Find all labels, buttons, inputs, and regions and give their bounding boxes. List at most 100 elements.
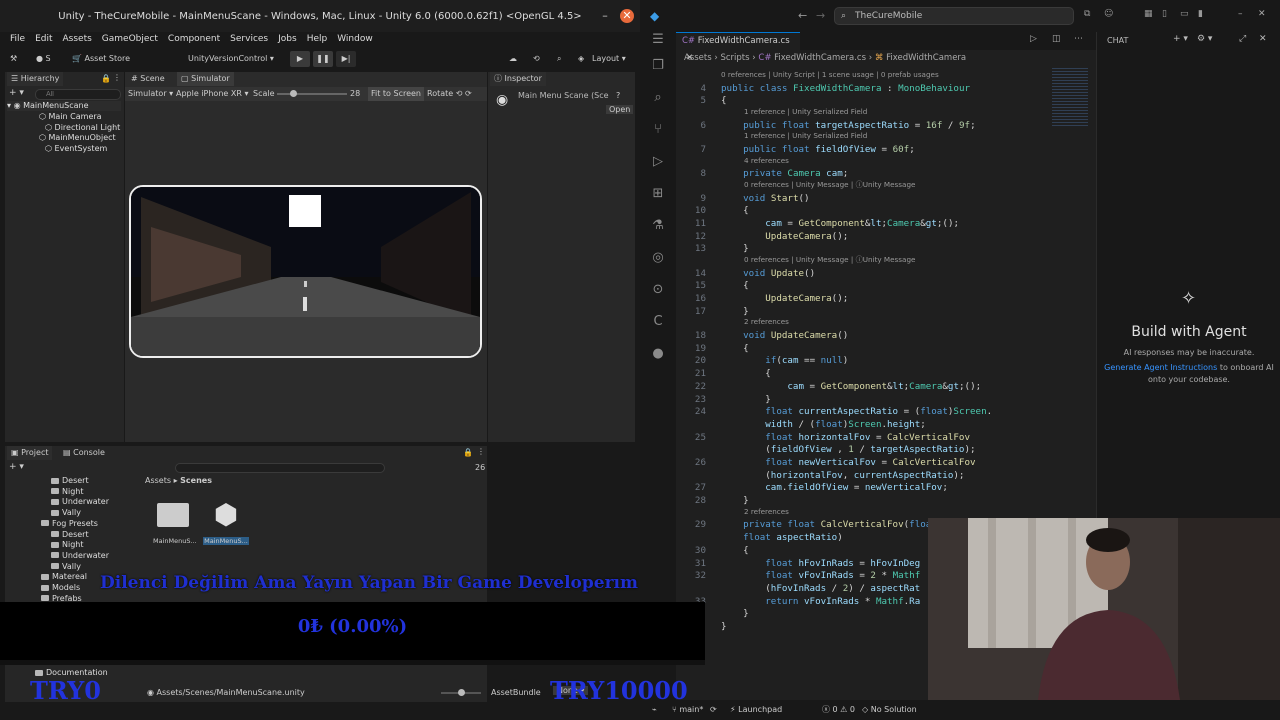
- project-folder[interactable]: Models: [41, 583, 80, 593]
- extensions-icon[interactable]: ⊞: [650, 186, 666, 202]
- code-line[interactable]: 24 float currentAspectRatio = (float)Scr…: [676, 405, 1076, 418]
- maximize-icon[interactable]: ⤢: [1239, 34, 1246, 44]
- add-icon[interactable]: + ▾: [9, 88, 24, 98]
- run-debug-icon[interactable]: ▷: [650, 154, 666, 170]
- run-icon[interactable]: ▷: [1030, 34, 1037, 44]
- code-lens[interactable]: 0 references | Unity Message | ⓘUnity Me…: [744, 255, 915, 265]
- more-icon[interactable]: ⋮: [477, 447, 485, 456]
- code-line[interactable]: 5{: [676, 94, 1076, 107]
- tab-hierarchy[interactable]: ☰ Hierarchy: [7, 72, 64, 86]
- help-icon[interactable]: ?: [616, 91, 620, 100]
- hierarchy-item-main-menu-object[interactable]: ⬡ MainMenuObject: [39, 133, 116, 143]
- code-lens[interactable]: 2 references: [744, 317, 789, 326]
- project-folder[interactable]: Matereal: [41, 572, 87, 582]
- explorer-icon[interactable]: ❐: [650, 58, 666, 74]
- sync-icon[interactable]: ⟳: [710, 700, 717, 720]
- play-button[interactable]: ▶: [290, 51, 310, 67]
- tab-scene[interactable]: # Scene: [127, 72, 169, 86]
- tab-inspector[interactable]: ⓘ Inspector: [490, 72, 546, 86]
- command-center-search[interactable]: ⌕ TheCureMobile: [834, 7, 1074, 25]
- code-line[interactable]: 18 void UpdateCamera(): [676, 329, 1076, 342]
- add-icon[interactable]: + ▾: [9, 462, 24, 472]
- cloud-icon[interactable]: ☁: [509, 51, 517, 67]
- docker-icon[interactable]: ⊙: [650, 282, 666, 298]
- code-line[interactable]: 19 {: [676, 342, 1076, 355]
- code-line[interactable]: 20 if(cam == null): [676, 354, 1076, 367]
- history-icon[interactable]: ⟲: [533, 51, 540, 67]
- new-chat-icon[interactable]: + ▾: [1173, 34, 1188, 44]
- project-folder[interactable]: Underwater: [51, 497, 109, 507]
- hierarchy-item-main-camera[interactable]: ⬡ Main Camera: [39, 112, 102, 122]
- lock-icon[interactable]: 🔒: [463, 448, 473, 457]
- project-folder[interactable]: Fog Presets: [41, 519, 98, 529]
- menu-item[interactable]: File: [10, 32, 25, 46]
- search-icon[interactable]: ⌕: [557, 51, 561, 67]
- code-line[interactable]: 10 {: [676, 204, 1076, 217]
- accounts-icon[interactable]: ☺: [1104, 9, 1113, 19]
- copilot-icon[interactable]: ⧉: [1084, 9, 1090, 19]
- code-line[interactable]: 26 float newVerticalFov = CalcVerticalFo…: [676, 456, 1076, 469]
- hierarchy-scene-root[interactable]: ▾ ◉ MainMenuScane: [7, 101, 121, 111]
- menu-item[interactable]: Jobs: [278, 32, 297, 46]
- toggle-panel-icon[interactable]: ▭: [1180, 9, 1189, 19]
- code-line[interactable]: width / (float)Screen.height;: [676, 418, 1076, 431]
- breadcrumb-assets[interactable]: Assets: [145, 476, 171, 485]
- tab-simulator[interactable]: ▢ Simulator: [177, 72, 234, 86]
- hierarchy-item-event-system[interactable]: ⬡ EventSystem: [45, 144, 107, 154]
- tab-console[interactable]: ▤ Console: [59, 446, 109, 460]
- rotate-button[interactable]: Rotate ⟲ ⟳: [427, 87, 472, 101]
- settings-icon[interactable]: ⚙ ▾: [1197, 34, 1212, 44]
- layout-dropdown[interactable]: Layout ▾: [592, 51, 626, 67]
- more-icon[interactable]: ⋯: [1074, 34, 1083, 44]
- copilot-icon[interactable]: C: [650, 314, 666, 330]
- more-icon[interactable]: ⋮: [113, 73, 121, 82]
- code-line[interactable]: 9 void Start(): [676, 192, 1076, 205]
- version-control-button[interactable]: UnityVersionControl ▾: [188, 51, 274, 67]
- close-icon[interactable]: ✕: [1259, 34, 1267, 44]
- close-icon[interactable]: ✕: [1258, 9, 1266, 19]
- source-control-icon[interactable]: ⑂: [650, 122, 666, 138]
- breadcrumb-item[interactable]: FixedWidthCamera.cs: [774, 53, 866, 63]
- forward-icon[interactable]: →: [816, 9, 825, 22]
- search-icon[interactable]: ⌕: [650, 90, 666, 106]
- code-line[interactable]: 22 cam = GetComponent&lt;Camera&gt;();: [676, 380, 1076, 393]
- device-dropdown[interactable]: Apple iPhone XR ▾: [176, 87, 248, 101]
- menu-item[interactable]: Help: [307, 32, 328, 46]
- code-line[interactable]: 21 {: [676, 367, 1076, 380]
- split-editor-icon[interactable]: ◫: [1052, 34, 1061, 44]
- solution-indicator[interactable]: ◇ No Solution: [862, 700, 917, 720]
- code-line[interactable]: 13 }: [676, 242, 1076, 255]
- pause-button[interactable]: ❚❚: [313, 51, 333, 67]
- toggle-secondary-icon[interactable]: ▮: [1198, 9, 1203, 19]
- project-folder[interactable]: Vally: [51, 508, 81, 518]
- open-button[interactable]: Open: [606, 105, 634, 114]
- code-line[interactable]: 15 {: [676, 279, 1076, 292]
- asset-folder[interactable]: MainMenuS...: [153, 498, 197, 550]
- simulator-mode-dropdown[interactable]: Simulator ▾: [128, 87, 173, 101]
- launchpad-indicator[interactable]: ⚡ Launchpad: [730, 700, 782, 720]
- asset-scene[interactable]: ⬢ MainMenuS...: [203, 498, 249, 550]
- back-icon[interactable]: ←: [798, 9, 807, 22]
- code-lens[interactable]: 1 reference | Unity Serialized Field: [744, 131, 867, 140]
- remote-icon[interactable]: ◎: [650, 250, 666, 266]
- menu-item[interactable]: Assets: [63, 32, 92, 46]
- code-line[interactable]: 25 float horizontalFov = CalcVerticalFov: [676, 431, 1076, 444]
- breadcrumb-item[interactable]: FixedWidthCamera: [886, 53, 966, 63]
- minimap[interactable]: [1052, 68, 1088, 128]
- code-line[interactable]: 14 void Update(): [676, 267, 1076, 280]
- tab-project[interactable]: ▣ Project: [7, 446, 53, 460]
- code-lens[interactable]: 1 reference | Unity Serialized Field: [744, 107, 867, 116]
- project-folder[interactable]: Underwater: [51, 551, 109, 561]
- menu-item[interactable]: GameObject: [102, 32, 158, 46]
- project-folder[interactable]: Desert: [51, 476, 89, 486]
- code-lens[interactable]: 0 references | Unity Message | ⓘUnity Me…: [744, 180, 915, 190]
- code-line[interactable]: (fieldOfView , 1 / targetAspectRatio);: [676, 443, 1076, 456]
- code-line[interactable]: 23 }: [676, 393, 1076, 406]
- breadcrumb-scenes[interactable]: Scenes: [180, 476, 212, 485]
- project-folder[interactable]: Vally: [51, 562, 81, 572]
- code-line[interactable]: 16 UpdateCamera();: [676, 292, 1076, 305]
- menu-icon[interactable]: ☰: [650, 32, 666, 48]
- tab-fixed-width-camera[interactable]: C# FixedWidthCamera.cs ✕: [676, 32, 800, 63]
- code-line[interactable]: 28 }: [676, 494, 1076, 507]
- code-lens[interactable]: 2 references: [744, 507, 789, 516]
